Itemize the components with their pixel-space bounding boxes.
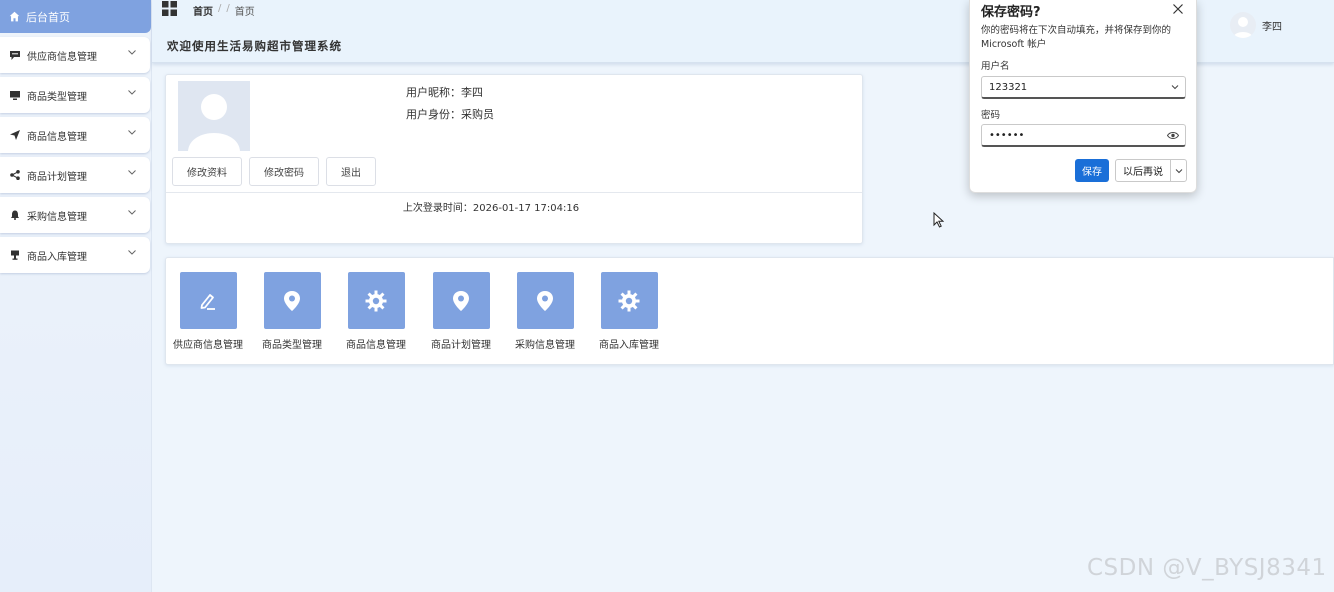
location-icon	[537, 290, 553, 311]
sidebar-item-purchase[interactable]: 采购信息管理	[0, 197, 150, 233]
sidebar-item-label: 商品类型管理	[27, 91, 87, 103]
change-password-button[interactable]: 修改密码	[249, 157, 319, 186]
quick-nav-supplier[interactable]: 供应商信息管理	[166, 272, 250, 351]
cup-icon	[9, 250, 20, 261]
sidebar-item-home[interactable]: 后台首页	[0, 0, 151, 33]
profile-card: 用户昵称：李四 用户身份：采购员 修改资料 修改密码 退出 上次登录时间：202…	[165, 74, 863, 244]
profile-avatar	[178, 81, 250, 151]
apps-grid-icon[interactable]	[162, 1, 177, 16]
eye-icon[interactable]	[1167, 131, 1179, 140]
gear-icon	[365, 290, 387, 311]
bell-icon	[9, 210, 20, 221]
quick-nav-label: 供应商信息管理	[173, 340, 243, 351]
watermark: CSDN @V_BYSJ8341	[1087, 555, 1327, 581]
chevron-down-icon	[128, 170, 136, 175]
not-now-dropdown[interactable]	[1171, 167, 1186, 175]
quick-nav-product-info[interactable]: 商品信息管理	[334, 272, 418, 351]
mouse-cursor-icon	[933, 212, 944, 228]
chevron-down-icon	[128, 210, 136, 215]
gear-icon	[618, 290, 640, 311]
sidebar-item-label: 商品信息管理	[27, 131, 87, 143]
sidebar-item-supplier[interactable]: 供应商信息管理	[0, 37, 150, 73]
sidebar-item-stock-in[interactable]: 商品入库管理	[0, 237, 150, 273]
breadcrumb-separator: /	[218, 3, 222, 14]
sidebar-item-label: 供应商信息管理	[27, 51, 97, 63]
sidebar-item-label: 商品计划管理	[27, 171, 87, 183]
quick-nav-product-plan[interactable]: 商品计划管理	[419, 272, 503, 351]
password-value: ••••••	[989, 129, 1025, 141]
sidebar-item-product-plan[interactable]: 商品计划管理	[0, 157, 150, 193]
chevron-down-icon	[128, 130, 136, 135]
logout-button[interactable]: 退出	[326, 157, 376, 186]
dialog-title: 保存密码?	[981, 5, 1041, 20]
chevron-down-icon	[128, 250, 136, 255]
avatar	[1230, 12, 1256, 38]
comment-icon	[9, 50, 20, 61]
not-now-label: 以后再说	[1116, 160, 1171, 181]
password-field[interactable]: ••••••	[981, 124, 1186, 147]
not-now-button[interactable]: 以后再说	[1115, 159, 1187, 182]
username-field[interactable]: 123321	[981, 76, 1186, 99]
chevron-down-icon[interactable]	[1171, 83, 1179, 91]
user-silhouette-icon	[188, 94, 240, 151]
share-icon	[9, 170, 20, 181]
send-icon	[9, 130, 20, 141]
sidebar-item-product-info[interactable]: 商品信息管理	[0, 117, 150, 153]
home-icon	[9, 11, 20, 22]
user-nickname: 用户昵称：李四	[406, 86, 483, 99]
close-icon[interactable]	[1171, 2, 1185, 16]
edit-profile-button[interactable]: 修改资料	[172, 157, 242, 186]
username-value: 123321	[989, 81, 1028, 93]
save-password-dialog: 保存密码? 你的密码将在下次自动填充，并将保存到你的 Microsoft 帐户 …	[969, 0, 1197, 193]
breadcrumb-current: 首页	[234, 7, 255, 18]
sidebar-item-label: 采购信息管理	[27, 211, 87, 223]
chevron-down-icon	[128, 50, 136, 55]
dialog-description: 你的密码将在下次自动填充，并将保存到你的 Microsoft 帐户	[981, 25, 1172, 50]
divider	[166, 192, 862, 193]
password-label: 密码	[981, 110, 1001, 121]
user-role: 用户身份：采购员	[406, 108, 494, 121]
chevron-down-icon	[1175, 168, 1182, 173]
breadcrumb: 首页 / / 首页	[193, 3, 255, 18]
save-button[interactable]: 保存	[1075, 159, 1109, 182]
breadcrumb-separator: /	[226, 3, 230, 14]
location-icon	[284, 290, 300, 311]
last-login-time: 上次登录时间：2026-01-17 17:04:16	[402, 203, 580, 214]
user-icon	[1233, 17, 1253, 38]
quick-nav-purchase[interactable]: 采购信息管理	[503, 272, 587, 351]
page-title: 欢迎使用生活易购超市管理系统	[167, 39, 342, 53]
sidebar-home-label: 后台首页	[26, 10, 70, 24]
monitor-icon	[9, 90, 20, 101]
quick-nav-label: 采购信息管理	[515, 340, 575, 351]
location-icon	[453, 290, 469, 311]
sidebar-item-product-type[interactable]: 商品类型管理	[0, 77, 150, 113]
quick-nav-product-type[interactable]: 商品类型管理	[250, 272, 334, 351]
edit-icon	[200, 293, 215, 310]
sidebar: 后台首页 供应商信息管理 商品类型管理 商品信息管理 商品计划管理 采购信息管理…	[0, 0, 152, 592]
quick-nav-label: 商品类型管理	[262, 340, 322, 351]
sidebar-item-label: 商品入库管理	[27, 251, 87, 263]
chevron-down-icon	[128, 90, 136, 95]
breadcrumb-home[interactable]: 首页	[193, 3, 213, 18]
quick-nav-panel: 供应商信息管理 商品类型管理 商品信息管理 商品计划管理 采购信息管理 商品入库…	[165, 257, 1334, 365]
user-menu[interactable]: 李四	[1230, 12, 1282, 38]
quick-nav-label: 商品计划管理	[431, 340, 491, 351]
quick-nav-stock-in[interactable]: 商品入库管理	[587, 272, 671, 351]
quick-nav-label: 商品入库管理	[599, 340, 659, 351]
user-name: 李四	[1262, 21, 1282, 33]
username-label: 用户名	[981, 61, 1010, 72]
quick-nav-label: 商品信息管理	[346, 340, 406, 351]
